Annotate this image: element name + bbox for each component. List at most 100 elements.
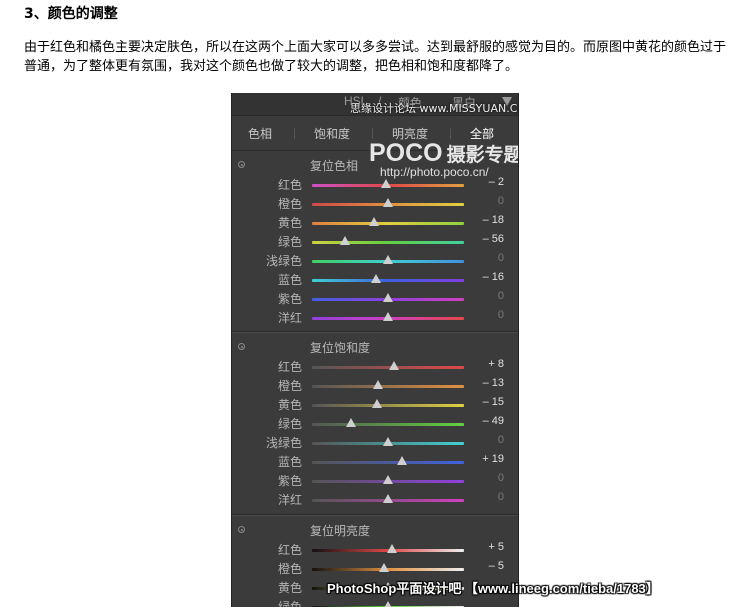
slider-label: 洋红 — [277, 493, 302, 507]
slider-thumb[interactable] — [383, 293, 393, 302]
slider-row: 蓝色 – 16 — [232, 270, 518, 289]
slider-row: 橙色 – 5 — [232, 559, 518, 578]
slider-thumb[interactable] — [381, 179, 392, 188]
slider-label: 橙色 — [277, 197, 302, 211]
slider-track[interactable] — [312, 279, 464, 282]
tab-saturation[interactable]: 饱和度 — [314, 125, 350, 142]
slider-thumb[interactable] — [386, 544, 397, 553]
slider-label: 橙色 — [277, 379, 302, 393]
slider-thumb[interactable] — [340, 236, 351, 245]
header-watermark: 思缘设计论坛 www.MISSYUAN.COM — [350, 102, 519, 115]
slider-value: – 2 — [488, 176, 504, 188]
slider-thumb[interactable] — [383, 475, 393, 484]
slider-row: 绿色 – 56 — [232, 232, 518, 251]
slider-thumb[interactable] — [369, 217, 380, 226]
slider-row: 红色 – 2 — [232, 175, 518, 194]
slider-thumb[interactable] — [383, 255, 393, 264]
slider-value: + 5 — [488, 541, 504, 553]
slider-track[interactable] — [312, 222, 464, 225]
slider-label: 浅绿色 — [265, 436, 302, 450]
slider-label: 黄色 — [277, 398, 302, 412]
section-divider — [232, 514, 518, 516]
slider-label: 红色 — [277, 543, 302, 557]
slider-thumb[interactable] — [383, 437, 393, 446]
slider-value: 0 — [497, 309, 504, 321]
slider-row: 洋红 0 — [232, 490, 518, 509]
slider-label: 紫色 — [277, 292, 302, 306]
slider-value: – 13 — [482, 377, 504, 389]
tab-divider — [294, 128, 295, 139]
slider-label: 绿色 — [277, 235, 302, 249]
slider-thumb[interactable] — [371, 399, 382, 408]
slider-value: – 16 — [482, 271, 504, 283]
slider-value: 0 — [497, 472, 504, 484]
slider-value: 0 — [497, 290, 504, 302]
article-body: 由于红色和橘色主要决定肤色，所以在这两个上面大家可以多多尝试。达到最舒服的感觉为… — [24, 40, 727, 74]
slider-thumb[interactable] — [389, 361, 400, 370]
slider-label: 浅绿色 — [265, 254, 302, 268]
slider-row: 紫色 0 — [232, 289, 518, 308]
slider-value: 0 — [497, 195, 504, 207]
slider-track[interactable] — [312, 461, 464, 464]
slider-thumb[interactable] — [383, 312, 393, 321]
slider-row: 橙色 0 — [232, 194, 518, 213]
slider-value: – 15 — [482, 396, 504, 408]
slider-track[interactable] — [312, 404, 464, 407]
slider-thumb[interactable] — [383, 494, 393, 503]
reset-target-icon[interactable] — [238, 526, 245, 533]
slider-row: 紫色 0 — [232, 471, 518, 490]
slider-thumb[interactable] — [397, 456, 408, 465]
slider-thumb[interactable] — [379, 563, 390, 572]
slider-value: – 49 — [482, 415, 504, 427]
slider-label: 黄色 — [277, 581, 302, 595]
reset-target-icon[interactable] — [238, 161, 245, 168]
slider-label: 紫色 — [277, 474, 302, 488]
slider-row: 洋红 0 — [232, 308, 518, 327]
section-title[interactable]: 复位饱和度 — [310, 339, 370, 356]
slider-row: 黄色 – 15 — [232, 395, 518, 414]
section-title[interactable]: 复位明亮度 — [310, 522, 370, 539]
slider-label: 黄色 — [277, 216, 302, 230]
slider-row: 浅绿色 0 — [232, 433, 518, 452]
slider-value: + 8 — [488, 358, 504, 370]
slider-value: 0 — [497, 252, 504, 264]
slider-value: 0 — [497, 434, 504, 446]
hsl-panel: HSL / 颜色 黑白 思缘设计论坛 www.MISSYUAN.COM 色相 饱… — [231, 93, 519, 607]
slider-thumb[interactable] — [370, 274, 381, 283]
slider-track[interactable] — [312, 423, 464, 426]
slider-value: 0 — [497, 491, 504, 503]
section-title[interactable]: 复位色相 — [310, 157, 358, 174]
poco-cn-text: 摄影专题 — [446, 144, 519, 166]
panel-header: HSL / 颜色 黑白 思缘设计论坛 www.MISSYUAN.COM — [232, 93, 518, 116]
slider-row: 蓝色 + 19 — [232, 452, 518, 471]
slider-thumb[interactable] — [383, 198, 393, 207]
slider-label: 蓝色 — [277, 455, 302, 469]
poco-logo: POCO — [369, 139, 443, 167]
slider-label: 洋红 — [277, 311, 302, 325]
section-divider — [232, 331, 518, 333]
slider-label: 绿色 — [277, 600, 302, 607]
slider-track[interactable] — [312, 366, 464, 369]
slider-thumb[interactable] — [345, 418, 356, 427]
slider-row: 红色 + 8 — [232, 357, 518, 376]
reset-target-icon[interactable] — [238, 343, 245, 350]
slider-thumb[interactable] — [383, 601, 393, 607]
slider-label: 蓝色 — [277, 273, 302, 287]
page: 3、颜色的调整 由于红色和橘色主要决定肤色，所以在这两个上面大家可以多多尝试。达… — [0, 0, 736, 607]
article-heading: 3、颜色的调整 — [24, 6, 118, 22]
slider-row: 黄色 – 18 — [232, 213, 518, 232]
slider-row: 浅绿色 0 — [232, 251, 518, 270]
slider-track[interactable] — [312, 385, 464, 388]
slider-label: 红色 — [277, 360, 302, 374]
slider-label: 红色 — [277, 178, 302, 192]
slider-value: – 5 — [488, 560, 504, 572]
slider-row: 绿色 – 49 — [232, 414, 518, 433]
poco-watermark: POCO 摄影专题 — [369, 139, 519, 168]
tab-hue[interactable]: 色相 — [248, 125, 272, 142]
slider-track[interactable] — [312, 241, 464, 244]
tab-divider — [450, 128, 451, 139]
slider-value: + 19 — [482, 453, 504, 465]
slider-thumb[interactable] — [373, 380, 384, 389]
slider-value: – 18 — [482, 214, 504, 226]
slider-label: 橙色 — [277, 562, 302, 576]
